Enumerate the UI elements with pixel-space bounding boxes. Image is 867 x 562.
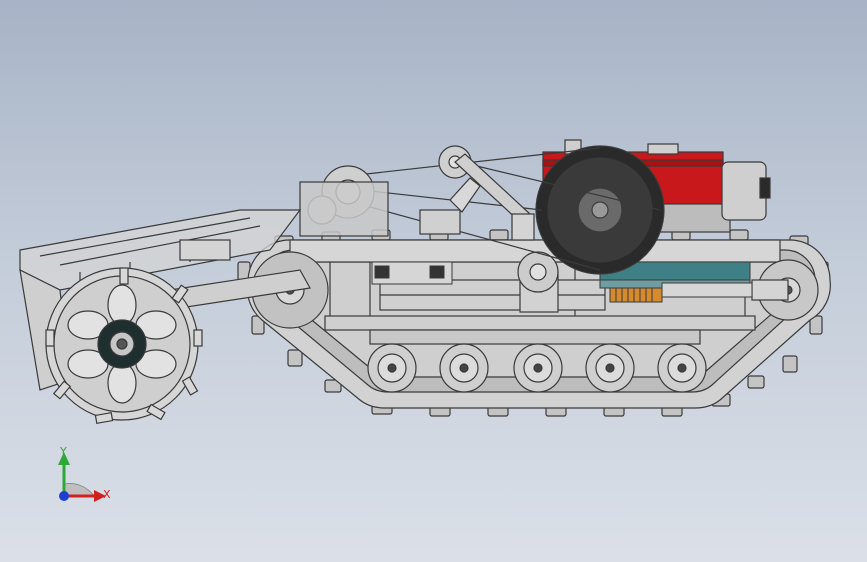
- road-wheel: [513, 343, 563, 393]
- road-wheel: [585, 343, 635, 393]
- z-axis-dot: [59, 491, 69, 501]
- road-wheel: [367, 343, 417, 393]
- support-roller: [517, 251, 559, 313]
- air-filter: [721, 161, 771, 221]
- frame-lower-rail: [369, 329, 701, 345]
- tension-arm: [449, 153, 535, 241]
- belt-pulleys: [299, 145, 472, 237]
- rotary-cutter: [45, 267, 203, 425]
- x-axis-label: X: [103, 488, 111, 501]
- coordinate-triad: Y X: [58, 445, 111, 502]
- cad-viewport[interactable]: Y X: [0, 0, 867, 562]
- road-wheel: [657, 343, 707, 393]
- y-axis-label: Y: [59, 445, 67, 458]
- frame-mid-rail: [324, 315, 756, 331]
- control-box: [371, 261, 453, 285]
- road-wheel: [439, 343, 489, 393]
- cutter-hub: [97, 319, 147, 369]
- tensioner-spring: [609, 287, 663, 303]
- flywheel: [535, 145, 665, 275]
